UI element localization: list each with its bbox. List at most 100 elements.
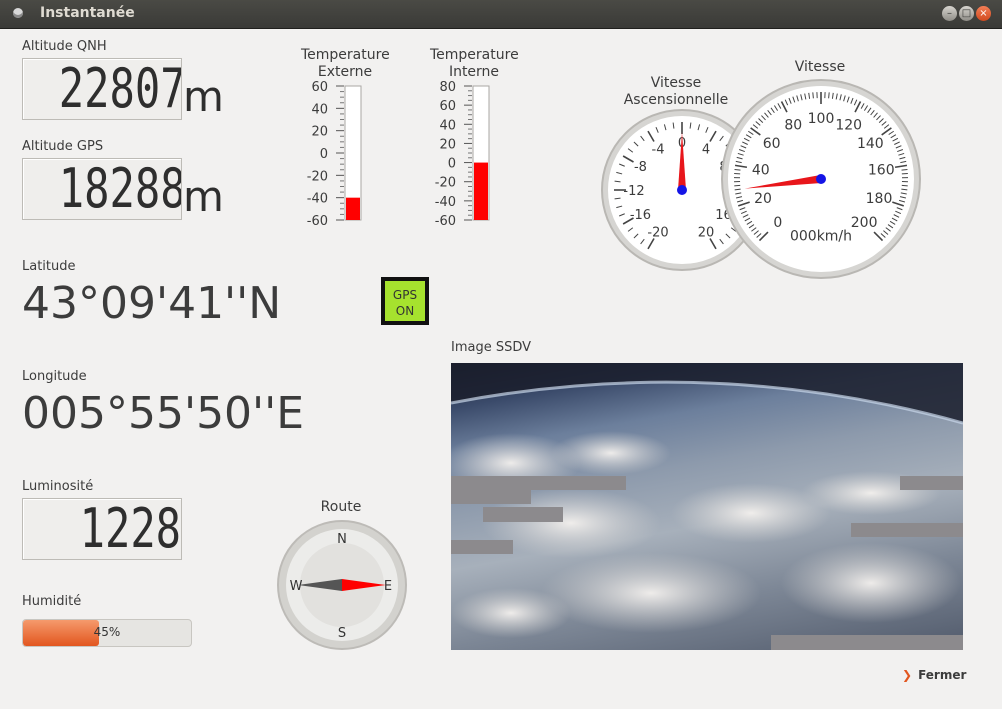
close-icon[interactable]: × bbox=[976, 6, 991, 21]
altitude-qnh-value: 22807 bbox=[58, 58, 182, 120]
ssdv-missing-block-1 bbox=[451, 476, 626, 490]
temp-externe-tick-label: -40 bbox=[307, 192, 328, 207]
temp-externe-title: Temperature Externe bbox=[301, 47, 390, 81]
vitesse-asc-tick-label: -8 bbox=[634, 160, 647, 175]
ssdv-missing-block-6 bbox=[851, 523, 963, 537]
humidite-progress-text: 45% bbox=[93, 625, 121, 639]
title-bar: Instantanée – □ × bbox=[0, 0, 1002, 29]
vitesse-asc-tick-label: -16 bbox=[630, 208, 651, 223]
temp-interne-tick-label: 60 bbox=[439, 99, 456, 114]
vitesse-asc-tick-label: -4 bbox=[652, 142, 665, 157]
longitude-label: Longitude bbox=[22, 369, 87, 384]
vitesse-tick-label: 140 bbox=[857, 136, 884, 152]
vitesse-tick-label: 0 bbox=[773, 215, 782, 231]
vitesse-asc-title-line1: Vitesse bbox=[650, 75, 702, 91]
altitude-qnh-display: 22807 bbox=[22, 58, 182, 120]
app-icon bbox=[13, 8, 23, 18]
temp-externe-tick-label: -20 bbox=[307, 169, 328, 184]
ssdv-image bbox=[451, 363, 963, 650]
vitesse-asc-title-line2: Ascensionnelle bbox=[623, 92, 729, 108]
temp-externe-tick-label: 60 bbox=[311, 80, 328, 95]
altitude-gps-unit: m bbox=[183, 172, 224, 221]
vitesse-title: Vitesse bbox=[794, 59, 846, 75]
vitesse-tick-label: 80 bbox=[784, 118, 802, 134]
cloud-2 bbox=[551, 431, 671, 475]
vitesse-gauge: 020 40 6080 100 120 140 160 180 200000km/h bbox=[721, 79, 921, 279]
ssdv-missing-block-2 bbox=[451, 490, 531, 504]
ssdv-missing-block-3 bbox=[483, 507, 563, 522]
temp-externe-fill bbox=[346, 197, 360, 220]
temp-externe-tick-label: 40 bbox=[311, 102, 328, 117]
vitesse-tick-label: 20 bbox=[754, 191, 772, 207]
longitude-value: 005°55'50''E bbox=[22, 388, 305, 439]
vitesse-asc-tick-label: 4 bbox=[702, 142, 710, 157]
luminosite-value: 1228 bbox=[79, 498, 181, 560]
chevron-right-icon: ❯ bbox=[902, 668, 913, 682]
vitesse-asc-tick-label: -20 bbox=[647, 226, 668, 241]
vitesse-hub bbox=[816, 174, 826, 184]
temp-interne-tick-label: 80 bbox=[439, 80, 456, 95]
altitude-qnh-label: Altitude QNH bbox=[22, 39, 107, 54]
fermer-label: Fermer bbox=[918, 668, 967, 682]
route-west-label: W bbox=[290, 579, 303, 594]
route-south-label: S bbox=[338, 626, 346, 641]
temp-externe-title-line2: Externe bbox=[317, 64, 373, 80]
vitesse-tick-label: 60 bbox=[763, 136, 781, 152]
latitude-label: Latitude bbox=[22, 259, 76, 274]
temp-interne-tick-label: 20 bbox=[439, 137, 456, 152]
vitesse-tick-minor bbox=[812, 92, 814, 99]
route-title: Route bbox=[320, 499, 362, 515]
temp-interne-tick-label: -20 bbox=[435, 176, 456, 191]
vitesse-tick-label: 180 bbox=[866, 191, 893, 207]
cloud-5 bbox=[541, 553, 761, 633]
vitesse-tick-minor bbox=[901, 168, 908, 171]
cloud-6 bbox=[781, 543, 961, 623]
vitesse-asc-tick-label: 20 bbox=[698, 226, 715, 241]
vitesse-asc-title: Vitesse Ascensionnelle bbox=[616, 75, 736, 109]
humidite-progress-bar: 45% bbox=[22, 619, 192, 647]
luminosite-display: 1228 bbox=[22, 498, 182, 560]
vitesse-tick-minor bbox=[734, 168, 741, 171]
latitude-value: 43°09'41''N bbox=[22, 278, 282, 329]
temp-externe-thermometer: 60 40 20 0 -20 -40 -60 bbox=[307, 80, 362, 229]
altitude-qnh-unit: m bbox=[183, 72, 224, 121]
ssdv-missing-block-4 bbox=[451, 540, 513, 554]
cloud-8 bbox=[451, 588, 571, 638]
route-east-label: E bbox=[384, 579, 392, 594]
fermer-button[interactable]: ❯ Fermer bbox=[902, 668, 966, 682]
vitesse-tick-minor bbox=[828, 92, 830, 99]
temp-interne-title-line2: Interne bbox=[448, 64, 500, 80]
altitude-gps-label: Altitude GPS bbox=[22, 139, 104, 154]
temp-interne-fill bbox=[474, 162, 488, 220]
ssdv-image-drawing bbox=[451, 363, 963, 650]
vitesse-tick-label: 120 bbox=[835, 118, 862, 134]
vitesse-tick-label: 200 bbox=[851, 215, 878, 231]
ssdv-label: Image SSDV bbox=[451, 340, 532, 355]
temp-interne-tick-label: -60 bbox=[435, 214, 456, 229]
vitesse-tick-label: 40 bbox=[752, 162, 770, 178]
ssdv-missing-block-5 bbox=[900, 476, 963, 490]
window-title: Instantanée bbox=[40, 5, 135, 21]
humidite-label: Humidité bbox=[22, 594, 82, 609]
route-compass: N S E W bbox=[277, 520, 407, 650]
temp-interne-tick-label: 40 bbox=[439, 118, 456, 133]
temp-externe-tick-label: -60 bbox=[307, 214, 328, 229]
temp-externe-title-line1: Temperature bbox=[301, 47, 390, 63]
temp-externe-tick-label: 0 bbox=[320, 147, 328, 162]
vitesse-tick-label: 160 bbox=[868, 162, 895, 178]
ssdv-missing-block-7 bbox=[771, 635, 963, 650]
temp-interne-title-line1: Temperature bbox=[430, 47, 519, 63]
maximize-icon[interactable]: □ bbox=[959, 6, 974, 21]
vitesse-tick-label: 100 bbox=[808, 111, 835, 127]
temp-externe-tick-label: 20 bbox=[311, 125, 328, 140]
temp-interne-title: Temperature Interne bbox=[430, 47, 519, 81]
temp-interne-thermometer: 80 60 40 20 0 -20 -40 -60 bbox=[435, 80, 490, 229]
gps-status-indicator: GPS ON bbox=[381, 277, 429, 325]
vitesse-asc-tick-label: -12 bbox=[623, 184, 644, 199]
space-area bbox=[451, 363, 963, 423]
luminosite-label: Luminosité bbox=[22, 479, 94, 494]
gps-indicator-line2: ON bbox=[395, 304, 415, 318]
temp-interne-tick-label: -40 bbox=[435, 195, 456, 210]
minimize-icon[interactable]: – bbox=[942, 6, 957, 21]
gps-indicator-line1: GPS bbox=[392, 288, 418, 302]
